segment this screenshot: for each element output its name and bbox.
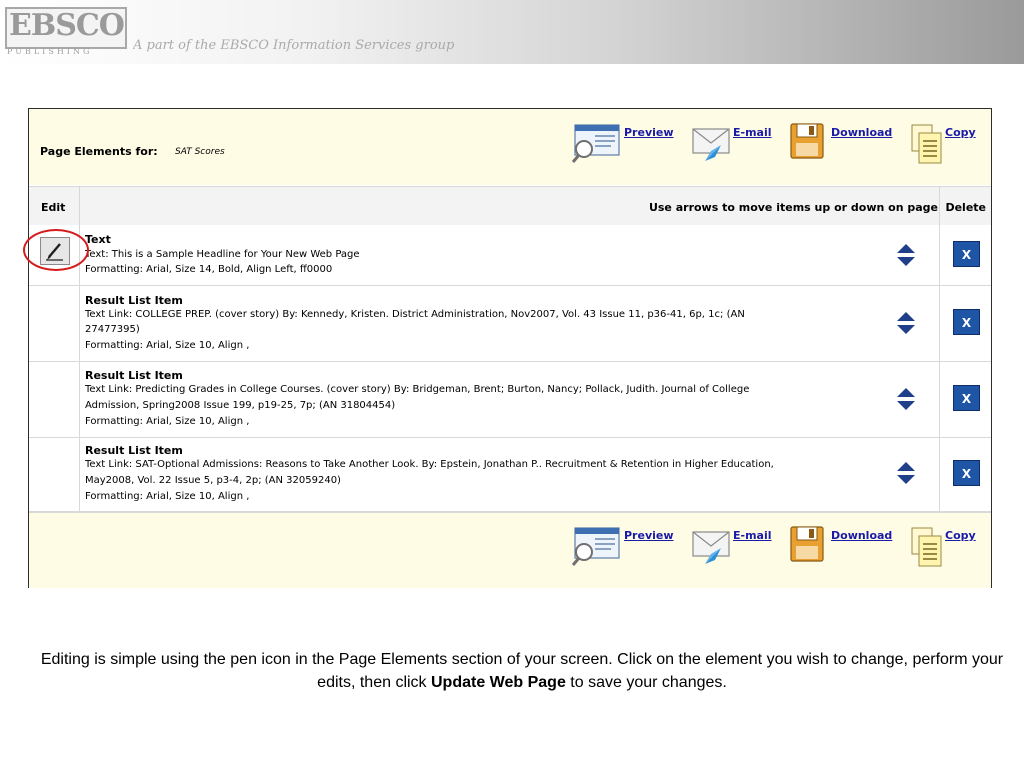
caption-text-end: to save your changes. — [565, 674, 727, 691]
page-elements-value: SAT Scores — [175, 147, 225, 157]
banner-tagline: A part of the EBSCO Information Services… — [133, 38, 455, 53]
instruction-caption: Editing is simple using the pen icon in … — [40, 648, 1004, 694]
download-action[interactable]: Download — [789, 524, 899, 568]
row-formatting: Formatting: Arial, Size 10, Align , — [85, 491, 250, 502]
page-elements-label: Page Elements for: — [40, 145, 158, 158]
caption-emphasis: Update Web Page — [431, 674, 566, 691]
email-link[interactable]: E-mail — [733, 126, 772, 139]
copy-action[interactable]: Copy — [909, 121, 989, 165]
row-formatting: Formatting: Arial, Size 14, Bold, Align … — [85, 264, 333, 275]
top-toolbar: Page Elements for: SAT Scores Preview E-… — [29, 109, 991, 185]
table-row[interactable]: Result List Item Text Link: Predicting G… — [29, 362, 991, 438]
email-action[interactable]: E-mail — [691, 121, 781, 165]
copy-link[interactable]: Copy — [945, 126, 976, 139]
delete-button[interactable]: X — [953, 385, 980, 411]
column-header: Edit Use arrows to move items up or down… — [29, 186, 991, 226]
email-link[interactable]: E-mail — [733, 529, 772, 542]
move-arrows-icon[interactable] — [897, 388, 915, 410]
row-detail: 27477395) — [85, 324, 140, 335]
table-row[interactable]: Text Text: This is a Sample Headline for… — [29, 225, 991, 286]
download-link[interactable]: Download — [831, 529, 892, 542]
row-detail: Text Link: Predicting Grades in College … — [85, 384, 750, 395]
delete-button[interactable]: X — [953, 460, 980, 486]
email-icon — [692, 128, 730, 161]
bottom-toolbar: Preview E-mail Download Copy — [29, 512, 991, 588]
move-column-header: Use arrows to move items up or down on p… — [648, 201, 938, 214]
logo-text: EBSCO — [9, 8, 125, 43]
bottom-actions: Preview E-mail Download Copy — [571, 524, 991, 568]
row-title: Result List Item — [85, 444, 183, 457]
row-title: Result List Item — [85, 294, 183, 307]
row-detail: Text Link: COLLEGE PREP. (cover story) B… — [85, 309, 745, 320]
edit-column-header: Edit — [41, 201, 66, 214]
row-title: Result List Item — [85, 369, 183, 382]
row-detail: Admission, Spring2008 Issue 199, p19-25,… — [85, 400, 396, 411]
row-formatting: Formatting: Arial, Size 10, Align , — [85, 340, 250, 351]
row-formatting: Formatting: Arial, Size 10, Align , — [85, 416, 250, 427]
download-link[interactable]: Download — [831, 126, 892, 139]
delete-button[interactable]: X — [953, 309, 980, 335]
logo-subtext: PUBLISHING — [7, 47, 93, 56]
row-detail: Text: This is a Sample Headline for Your… — [85, 249, 360, 260]
header-banner: EBSCO PUBLISHING A part of the EBSCO Inf… — [0, 0, 1024, 64]
copy-action[interactable]: Copy — [909, 524, 989, 568]
email-icon — [692, 531, 730, 564]
top-actions: Preview E-mail Download Copy — [571, 121, 991, 165]
move-arrows-icon[interactable] — [897, 312, 915, 334]
delete-column-header: Delete — [945, 201, 986, 214]
move-arrows-icon[interactable] — [897, 244, 915, 266]
preview-action[interactable]: Preview — [571, 121, 681, 165]
email-action[interactable]: E-mail — [691, 524, 781, 568]
row-detail: May2008, Vol. 22 Issue 5, p3-4, 2p; (AN … — [85, 475, 341, 486]
row-detail: Text Link: SAT-Optional Admissions: Reas… — [85, 459, 774, 470]
copy-icon — [911, 527, 942, 567]
delete-column-divider — [939, 186, 940, 511]
download-icon — [790, 123, 824, 159]
table-row[interactable]: Result List Item Text Link: COLLEGE PREP… — [29, 286, 991, 362]
download-action[interactable]: Download — [789, 121, 899, 165]
preview-icon — [571, 527, 620, 566]
copy-icon — [911, 124, 942, 164]
preview-link[interactable]: Preview — [624, 529, 674, 542]
preview-action[interactable]: Preview — [571, 524, 681, 568]
page-elements-panel: Page Elements for: SAT Scores Preview E-… — [23, 108, 992, 588]
preview-icon — [571, 124, 620, 163]
ebsco-logo: EBSCO PUBLISHING — [3, 5, 127, 61]
table-row[interactable]: Result List Item Text Link: SAT-Optional… — [29, 438, 991, 512]
highlight-ring — [23, 229, 89, 271]
delete-button[interactable]: X — [953, 241, 980, 267]
download-icon — [790, 526, 824, 562]
row-title: Text — [85, 233, 111, 246]
preview-link[interactable]: Preview — [624, 126, 674, 139]
copy-link[interactable]: Copy — [945, 529, 976, 542]
move-arrows-icon[interactable] — [897, 462, 915, 484]
